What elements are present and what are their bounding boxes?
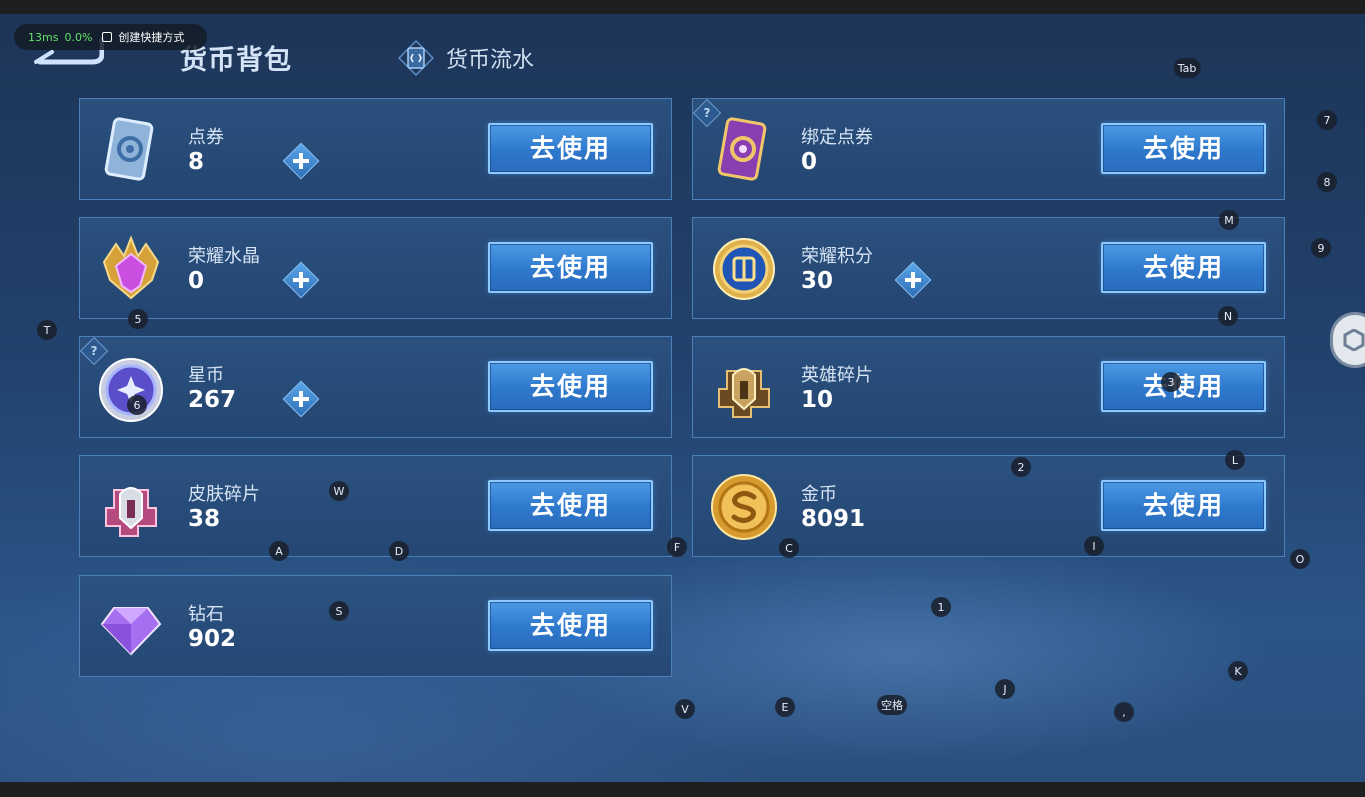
key-hint: F xyxy=(667,537,687,557)
crystal-icon xyxy=(94,232,168,306)
currency-card-hero-shard: 英雄碎片 10 去使用 xyxy=(692,336,1285,438)
use-button[interactable]: 去使用 xyxy=(488,361,653,412)
currency-name: 钻石 xyxy=(188,604,224,625)
skin-shard-icon xyxy=(94,470,168,544)
key-hint: 1 xyxy=(931,597,951,617)
currency-flow-icon xyxy=(397,39,435,77)
currency-value: 0 xyxy=(801,149,818,175)
currency-card-dianquan: 点券 8 去使用 xyxy=(79,98,672,200)
perf-overlay: 13ms 0.0% 创建快捷方式 xyxy=(14,24,207,50)
currency-name: 绑定点券 xyxy=(801,127,873,148)
key-hint: J xyxy=(995,679,1015,699)
currency-value: 902 xyxy=(188,626,237,652)
use-button[interactable]: 去使用 xyxy=(488,242,653,293)
add-button[interactable] xyxy=(894,261,932,299)
currency-name: 金币 xyxy=(801,484,837,505)
use-button[interactable]: 去使用 xyxy=(488,123,653,174)
currency-value: 38 xyxy=(188,506,221,532)
key-hint: W xyxy=(329,481,349,501)
currency-value: 8091 xyxy=(801,506,866,532)
key-hint: O xyxy=(1290,549,1310,569)
key-hint: 5 xyxy=(128,309,148,329)
currency-card-bound-dianquan: ? 绑定点券 0 去使用 xyxy=(692,98,1285,200)
currency-card-star-coin: ? 星币 267 去使用 xyxy=(79,336,672,438)
use-button[interactable]: 去使用 xyxy=(488,600,653,651)
key-hint: 9 xyxy=(1311,238,1331,258)
tab-currency-flow[interactable]: 货币流水 xyxy=(397,38,535,78)
key-hint: E xyxy=(775,697,795,717)
star-coin-icon xyxy=(94,351,168,425)
tab-currency-flow-label: 货币流水 xyxy=(446,48,535,73)
currency-name: 荣耀水晶 xyxy=(188,246,260,267)
currency-name: 皮肤碎片 xyxy=(188,484,260,505)
key-hint: N xyxy=(1218,306,1238,326)
use-button[interactable]: 去使用 xyxy=(1101,123,1266,174)
key-hint: 7 xyxy=(1317,110,1337,130)
currency-value: 8 xyxy=(188,149,205,175)
floating-side-handle[interactable] xyxy=(1330,312,1365,368)
key-hint: T xyxy=(37,320,57,340)
game-screen: 货币背包 货币流水 点券 8 去使用 ? 绑定点券 0 去使用 荣耀水晶 0 去… xyxy=(0,14,1365,782)
key-hint: V xyxy=(675,699,695,719)
key-hint: K xyxy=(1228,661,1248,681)
key-hint: 空格 xyxy=(877,695,907,715)
key-hint: M xyxy=(1219,210,1239,230)
ticket-purple-icon xyxy=(707,113,781,187)
hero-shard-icon xyxy=(707,351,781,425)
currency-value: 10 xyxy=(801,387,834,413)
use-button[interactable]: 去使用 xyxy=(1101,361,1266,412)
use-button[interactable]: 去使用 xyxy=(488,480,653,531)
currency-name: 英雄碎片 xyxy=(801,365,873,386)
create-shortcut-link[interactable]: 创建快捷方式 xyxy=(118,29,184,45)
diamond-icon xyxy=(94,590,168,664)
key-hint: I xyxy=(1084,536,1104,556)
ticket-blue-icon xyxy=(94,113,168,187)
use-button[interactable]: 去使用 xyxy=(1101,242,1266,293)
gold-coin-icon xyxy=(707,470,781,544)
key-hint: D xyxy=(389,541,409,561)
use-button[interactable]: 去使用 xyxy=(1101,480,1266,531)
key-hint: A xyxy=(269,541,289,561)
currency-name: 荣耀积分 xyxy=(801,246,873,267)
currency-value: 30 xyxy=(801,268,834,294)
hexagon-icon xyxy=(1343,329,1365,351)
add-button[interactable] xyxy=(282,142,320,180)
key-hint: 3 xyxy=(1161,372,1181,392)
key-hint: 2 xyxy=(1011,457,1031,477)
currency-value: 0 xyxy=(188,268,205,294)
currency-card-crystal: 荣耀水晶 0 去使用 xyxy=(79,217,672,319)
key-hint: C xyxy=(779,538,799,558)
currency-card-skin-shard: 皮肤碎片 38 去使用 xyxy=(79,455,672,557)
cpu-readout: 0.0% xyxy=(64,30,93,44)
add-button[interactable] xyxy=(282,261,320,299)
currency-card-diamond: 钻石 902 去使用 xyxy=(79,575,672,677)
currency-name: 星币 xyxy=(188,365,224,386)
key-hint: Tab xyxy=(1173,58,1201,78)
key-hint: 6 xyxy=(127,395,147,415)
key-hint: , xyxy=(1114,702,1134,722)
shortcut-icon xyxy=(102,32,113,42)
key-hint: S xyxy=(329,601,349,621)
points-coin-icon xyxy=(707,232,781,306)
currency-card-honor-points: 荣耀积分 30 去使用 xyxy=(692,217,1285,319)
add-button[interactable] xyxy=(282,380,320,418)
latency-readout: 13ms xyxy=(28,30,59,44)
currency-value: 267 xyxy=(188,387,237,413)
currency-name: 点券 xyxy=(188,127,224,148)
key-hint: L xyxy=(1225,450,1245,470)
key-hint: 8 xyxy=(1317,172,1337,192)
